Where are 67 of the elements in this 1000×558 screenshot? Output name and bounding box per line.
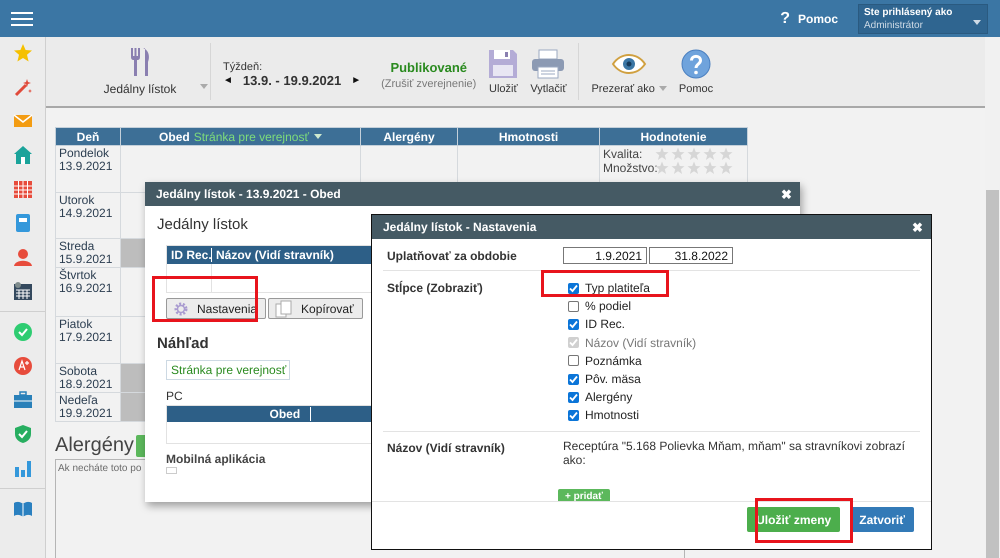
publish-status: Publikované: [390, 60, 468, 74]
unpublish-link[interactable]: (Zrušiť zverejnenie): [381, 78, 476, 90]
checkbox-label: Alergény: [585, 390, 632, 404]
section-heading: Jedálny lístok: [157, 216, 248, 233]
column-title: Obed: [159, 130, 190, 144]
column-header: Deň: [56, 128, 120, 146]
day-name: Sobota: [59, 365, 98, 378]
checkbox-label: % podiel: [585, 299, 632, 314]
date-field[interactable]: 1.9.2021: [563, 247, 647, 264]
day-date: 17.9.2021: [59, 331, 114, 344]
day-date: 13.9.2021: [59, 160, 114, 173]
date-field[interactable]: 31.8.2022: [649, 247, 733, 264]
print-button[interactable]: Vytlačiť: [530, 48, 566, 94]
checkbox-label: Poznámka: [585, 354, 642, 368]
checkbox-label: Pôv. mäsa: [585, 372, 641, 386]
checkbox-label: Hmotnosti: [585, 408, 640, 422]
save-button[interactable]: Uložiť: [488, 48, 518, 94]
day-name: Streda: [59, 240, 96, 253]
help-icon: ?: [780, 10, 790, 28]
rating-label: Množstvo:: [603, 161, 655, 175]
column-header: Názov (Vidí stravník): [215, 248, 335, 262]
section-heading: Náhľad: [157, 335, 209, 352]
week-range: 13.9. - 19.9.2021: [242, 73, 342, 88]
help-button[interactable]: Pomoc: [678, 48, 714, 94]
column-header: Alergény: [360, 128, 458, 146]
user-name: Administrátor: [864, 20, 923, 30]
field-label: Stĺpce (Zobraziť): [387, 280, 484, 297]
column-header: ID Rec.: [167, 248, 212, 262]
preview-select[interactable]: Stránka pre verejnosť: [166, 360, 290, 380]
column-header: Hmotnosti: [458, 128, 600, 146]
checkbox-label: Typ platiteľa: [585, 281, 650, 296]
close-icon[interactable]: ✖: [781, 186, 792, 202]
day-date: 16.9.2021: [59, 282, 114, 295]
day-name: Utorok: [59, 194, 96, 207]
column-header: Hodnotenie: [600, 128, 748, 146]
preview-label: PC: [166, 389, 183, 403]
rating-label: Kvalita:: [603, 147, 644, 161]
day-date: 18.9.2021: [59, 378, 114, 391]
day-name: Nedeľa: [59, 394, 99, 407]
preview-label: Mobilná aplikácia: [166, 452, 266, 466]
week-label: Týždeň:: [223, 61, 264, 73]
section-heading: Alergény: [55, 434, 134, 457]
menu-selector[interactable]: Jedálny lístok: [58, 47, 198, 96]
day-name: Štvrtok: [59, 269, 98, 282]
day-name: Pondelok: [59, 147, 110, 160]
checkbox-label: Názov (Vidí stravník): [585, 336, 696, 350]
day-date: 19.9.2021: [59, 407, 114, 420]
day-date: 15.9.2021: [59, 253, 114, 266]
checkbox-label: ID Rec.: [585, 317, 626, 332]
field-label: Názov (Vidí stravník): [387, 440, 506, 456]
user-dropdown[interactable]: Ste prihlásený ako Administrátor: [858, 4, 988, 34]
close-button[interactable]: Zatvoriť: [850, 507, 914, 532]
user-label: Ste prihlásený ako: [864, 6, 952, 18]
column-header: Obed: [266, 407, 310, 421]
next-week-arrow[interactable]: ►: [351, 75, 362, 86]
dialog-title: Jedálny lístok - Nastavenia: [383, 220, 536, 234]
close-icon[interactable]: ✖: [912, 220, 923, 234]
day-name: Piatok: [59, 318, 94, 331]
day-date: 14.9.2021: [59, 207, 114, 220]
view-button[interactable]: Prezerať ako: [591, 48, 667, 94]
copy-button[interactable]: Kopírovať: [268, 298, 363, 319]
settings-button[interactable]: Nastavenia: [166, 298, 266, 319]
dialog-title: Jedálny lístok - 13.9.2021 - Obed: [156, 187, 341, 201]
description-text: Receptúra "5.168 Polievka Mňam, mňam" sa stravníkovi zobrazí ako:: [563, 438, 906, 466]
help-link[interactable]: Pomoc: [798, 12, 838, 26]
field-label: Uplatňovať za obdobie: [387, 248, 518, 265]
previous-week-arrow[interactable]: ◄: [223, 75, 233, 86]
